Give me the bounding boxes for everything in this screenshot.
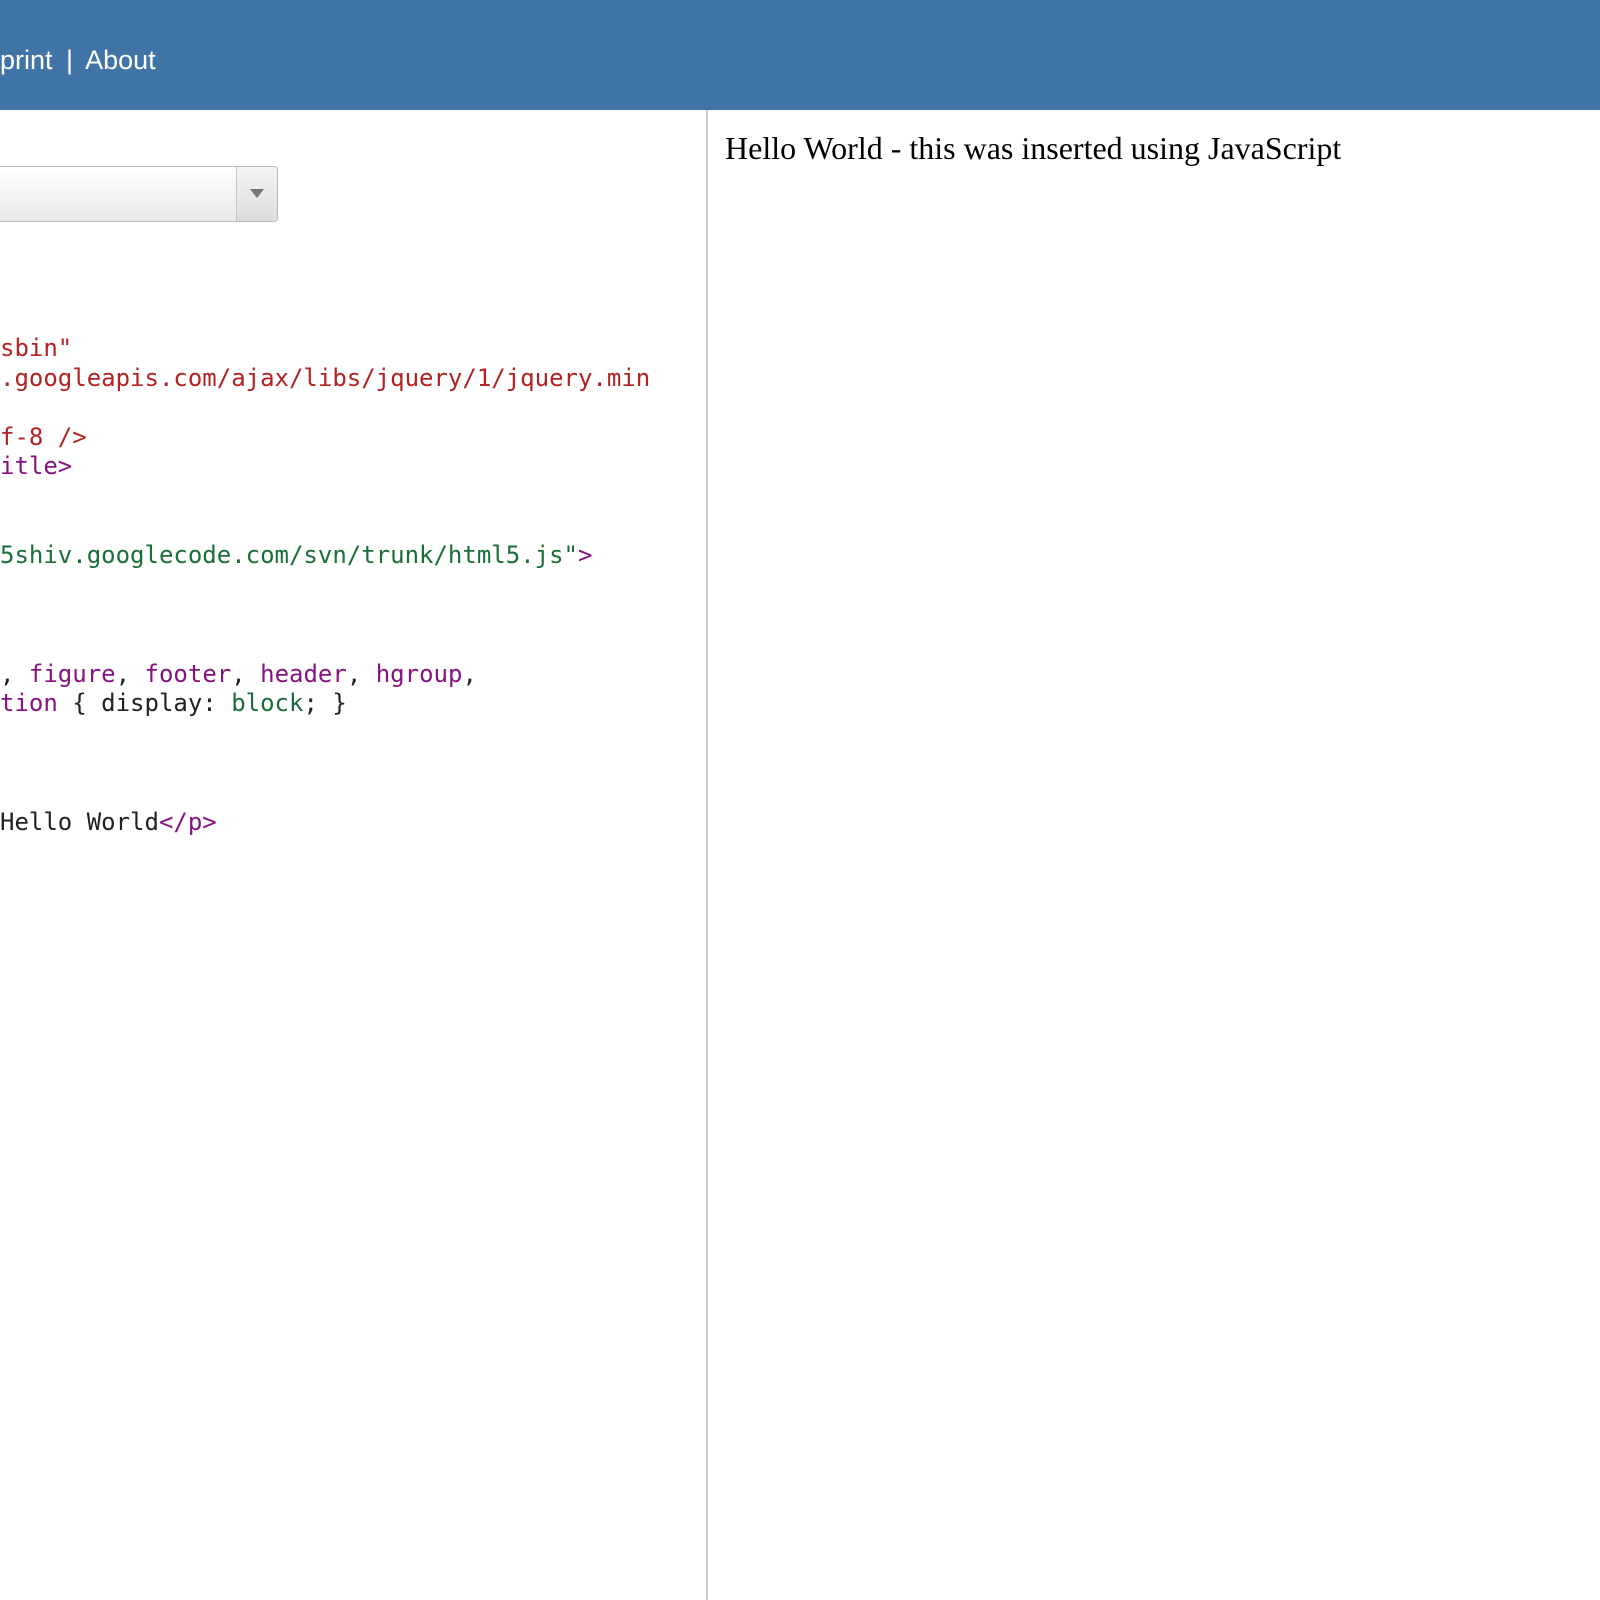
chevron-down-icon: [250, 189, 264, 198]
code-line: 5shiv.googlecode.com/svn/trunk/html5.js"…: [0, 541, 650, 571]
code-token: sbin": [0, 334, 73, 362]
nav-print-link[interactable]: print: [0, 45, 53, 75]
code-token: ; }: [303, 689, 347, 718]
code-token: ,: [115, 659, 145, 688]
code-token: ,: [462, 659, 477, 688]
code-token: ,: [231, 659, 261, 688]
code-line: sbin": [0, 334, 650, 364]
output-text: Hello World - this was inserted using Ja…: [725, 130, 1342, 166]
code-editor[interactable]: sbin" .googleapis.com/ajax/libs/jquery/1/…: [0, 334, 650, 837]
code-token: block: [231, 689, 304, 718]
code-token: >: [577, 541, 593, 570]
nav-separator: |: [66, 45, 74, 75]
code-token: f-8 />: [0, 422, 87, 451]
code-token: figure: [28, 659, 116, 688]
code-token: itle>: [0, 452, 73, 481]
nav-about-link[interactable]: About: [85, 45, 156, 75]
code-token: tion: [0, 689, 58, 718]
code-token: 5shiv.googlecode.com/svn/trunk/html5.js": [0, 541, 578, 570]
code-line: f-8 />: [0, 423, 650, 453]
editor-dropdown[interactable]: [0, 166, 278, 222]
code-line: , figure, footer, header, hgroup,: [0, 660, 650, 690]
code-token: .googleapis.com/ajax/libs/jquery/1/jquer…: [0, 363, 651, 392]
top-navigation-bar: print | About: [0, 0, 1600, 110]
code-line: itle>: [0, 452, 650, 482]
dropdown-toggle-button[interactable]: [236, 167, 277, 221]
output-pane: Hello World - this was inserted using Ja…: [708, 110, 1600, 1600]
code-editor-pane[interactable]: sbin" .googleapis.com/ajax/libs/jquery/1/…: [0, 110, 706, 1600]
code-token: Hello World: [0, 807, 159, 836]
code-token: footer: [144, 659, 232, 688]
code-line: Hello World</p>: [0, 808, 650, 838]
code-token: header: [260, 659, 347, 688]
code-token: ,: [346, 659, 376, 688]
code-line: .googleapis.com/ajax/libs/jquery/1/jquer…: [0, 364, 650, 394]
code-token: </p>: [158, 807, 217, 836]
code-line: tion { display: block; }: [0, 689, 650, 719]
code-token: hgroup: [375, 659, 463, 688]
code-token: { display:: [57, 689, 232, 718]
code-token: ,: [0, 659, 29, 688]
top-nav-links: print | About: [0, 42, 156, 78]
